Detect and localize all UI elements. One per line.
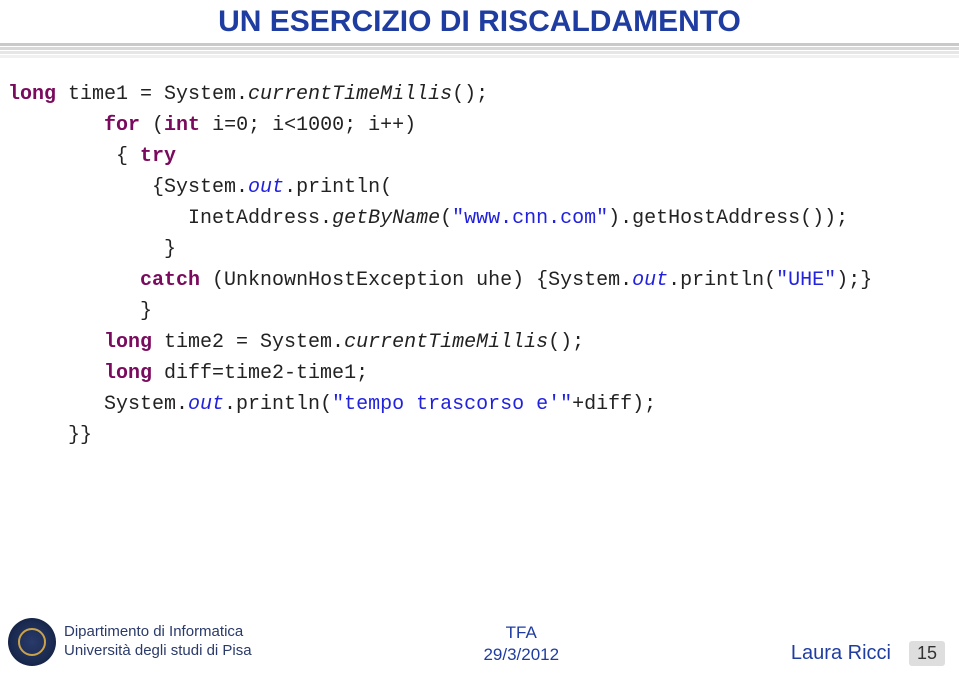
footer-date: 29/3/2012 — [483, 644, 559, 666]
slide-title: UN ESERCIZIO DI RISCALDAMENTO — [218, 5, 741, 39]
code-text: time1 = System. — [56, 83, 248, 106]
code-text: } — [8, 300, 152, 323]
code-text: .println( — [284, 176, 392, 199]
code-text: } — [8, 238, 176, 261]
code-text: System. — [8, 393, 188, 416]
code-text: ( — [140, 114, 164, 137]
string-literal: "UHE" — [776, 269, 836, 292]
code-block: long time1 = System.currentTimeMillis();… — [0, 61, 959, 451]
keyword: try — [140, 145, 176, 168]
code-italic: out — [632, 269, 668, 292]
keyword: catch — [140, 269, 200, 292]
code-text: ( — [440, 207, 452, 230]
keyword: long — [104, 331, 152, 354]
footer-author: Laura Ricci — [791, 642, 891, 665]
code-text: {System. — [8, 176, 248, 199]
code-italic: currentTimeMillis — [248, 83, 452, 106]
code-text: (); — [452, 83, 488, 106]
university-logo-icon — [8, 618, 56, 666]
code-italic: getByName — [332, 207, 440, 230]
code-text — [8, 269, 140, 292]
title-divider — [0, 43, 959, 61]
code-text: }} — [8, 424, 92, 447]
code-text: time2 = System. — [152, 331, 344, 354]
code-text: .println( — [668, 269, 776, 292]
code-text: diff=time2-time1; — [152, 362, 368, 385]
page-number: 15 — [909, 641, 945, 666]
code-text — [8, 362, 104, 385]
code-text: { — [8, 145, 140, 168]
keyword: int — [164, 114, 200, 137]
code-text: );} — [836, 269, 872, 292]
footer-course: TFA — [483, 622, 559, 644]
keyword: for — [104, 114, 140, 137]
keyword: long — [8, 83, 56, 106]
code-text: .println( — [224, 393, 332, 416]
code-italic: out — [248, 176, 284, 199]
keyword: long — [104, 362, 152, 385]
code-italic: currentTimeMillis — [344, 331, 548, 354]
code-text: InetAddress. — [8, 207, 332, 230]
code-italic: out — [188, 393, 224, 416]
code-text: ).getHostAddress()); — [608, 207, 848, 230]
code-text — [8, 114, 104, 137]
dept-line2: Università degli studi di Pisa — [64, 642, 252, 661]
code-text: i=0; i<1000; i++) — [200, 114, 416, 137]
code-text: +diff); — [572, 393, 656, 416]
code-text — [8, 331, 104, 354]
dept-line1: Dipartimento di Informatica — [64, 623, 252, 642]
slide-footer: Dipartimento di Informatica Università d… — [0, 618, 959, 666]
code-text: (); — [548, 331, 584, 354]
string-literal: "tempo trascorso e'" — [332, 393, 572, 416]
string-literal: "www.cnn.com" — [452, 207, 608, 230]
code-text: (UnknownHostException uhe) {System. — [200, 269, 632, 292]
